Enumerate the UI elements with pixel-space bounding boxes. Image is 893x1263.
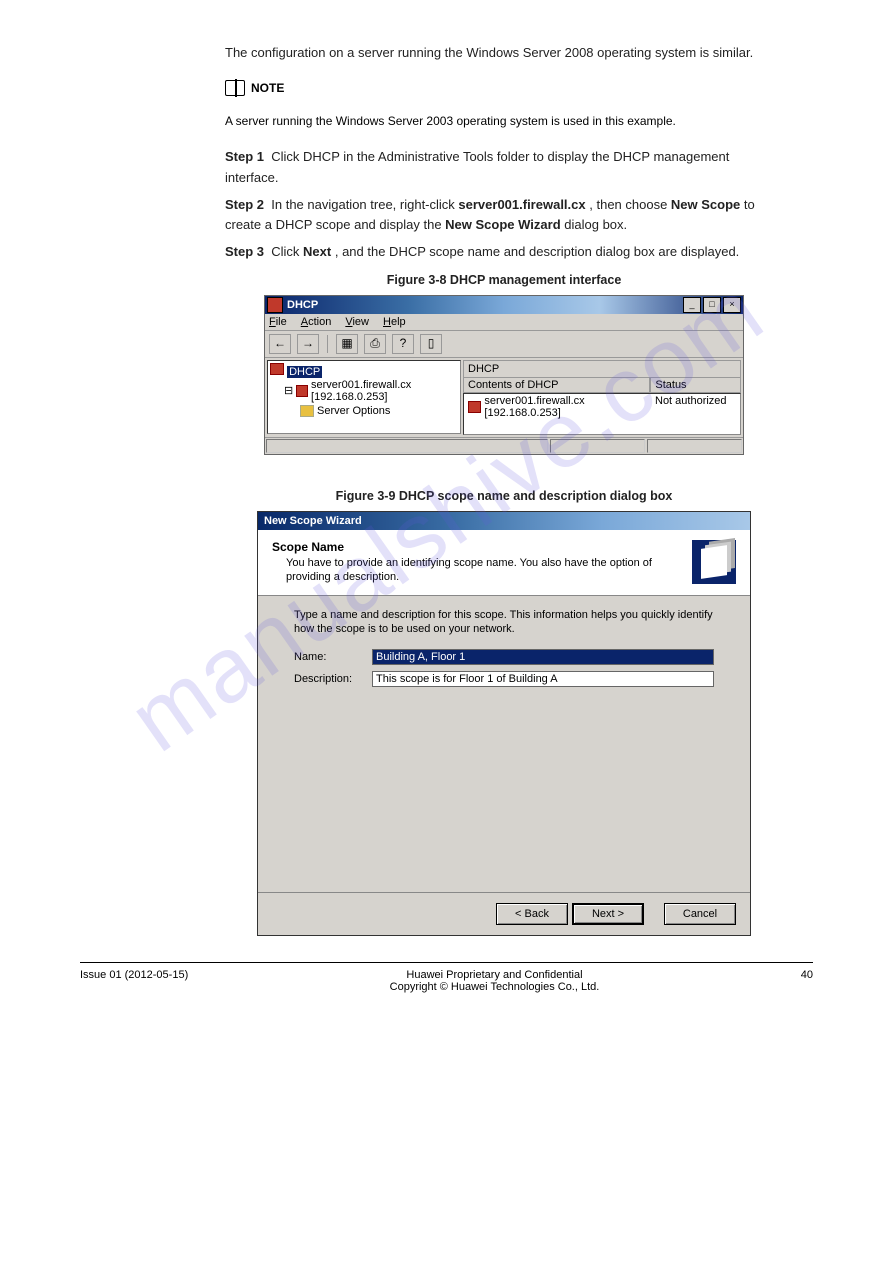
menu-help[interactable]: Help — [383, 316, 406, 328]
note-label: NOTE — [251, 81, 284, 95]
close-button[interactable]: × — [723, 297, 741, 313]
step2-g: dialog box. — [564, 217, 627, 232]
dhcp-titlebar: DHCP _ □ × — [265, 296, 743, 314]
help-icon[interactable]: ? — [392, 334, 414, 354]
wizard-header-text: Scope Name You have to provide an identi… — [272, 540, 684, 585]
bottom-rule — [80, 962, 813, 963]
figure-38-caption: Figure 3-8 DHCP management interface — [225, 273, 783, 287]
step3: Step 3 Click Next , and the DHCP scope n… — [225, 242, 783, 263]
wizard-body: Type a name and description for this sco… — [258, 596, 750, 892]
tree-server-options[interactable]: Server Options — [300, 404, 458, 418]
footer-copyright: Huawei Proprietary and Confidential Copy… — [390, 969, 600, 993]
back-button[interactable]: < Back — [496, 903, 568, 925]
wizard-titlebar: New Scope Wizard — [258, 512, 750, 530]
tree-server-label: server001.firewall.cx [192.168.0.253] — [311, 379, 458, 403]
statusbar — [265, 437, 743, 454]
status-cell-2 — [550, 439, 645, 453]
name-label: Name: — [294, 651, 372, 663]
step2-b: server001.firewall.cx — [458, 197, 585, 212]
step3-label: Step 3 — [225, 244, 264, 259]
intro-text: The configuration on a server running th… — [225, 43, 783, 64]
step3-c: , and the DHCP scope name and descriptio… — [335, 244, 739, 259]
minimize-button[interactable]: _ — [683, 297, 701, 313]
forward-button[interactable]: → — [297, 334, 319, 354]
wizard-header-sub: You have to provide an identifying scope… — [286, 556, 684, 585]
toolbar-btn-2[interactable]: ⎙ — [364, 334, 386, 354]
server-row-icon — [468, 401, 481, 413]
step2: Step 2 In the navigation tree, right-cli… — [225, 195, 783, 237]
menu-action[interactable]: Action — [301, 316, 332, 328]
wizard-description: Type a name and description for this sco… — [294, 608, 714, 638]
toolbar-btn-4[interactable]: ▯ — [420, 334, 442, 354]
folder-icon — [300, 405, 314, 417]
step3-b: Next — [303, 244, 331, 259]
tree-pane[interactable]: DHCP ⊟ server001.firewall.cx [192.168.0.… — [267, 360, 461, 434]
right-pane: DHCP Contents of DHCP Status server001.f… — [463, 360, 741, 435]
list-body[interactable]: server001.firewall.cx [192.168.0.253] No… — [463, 393, 741, 435]
step2-label: Step 2 — [225, 197, 264, 212]
footer-issue: Issue 01 (2012-05-15) — [80, 969, 188, 993]
back-button[interactable]: ← — [269, 334, 291, 354]
figure-39-caption: Figure 3-9 DHCP scope name and descripti… — [225, 489, 783, 503]
row-status: Not authorized — [655, 395, 740, 419]
list-row[interactable]: server001.firewall.cx [192.168.0.253] No… — [464, 394, 740, 420]
step3-a: Click — [271, 244, 303, 259]
toolbar: ← → ▦ ⎙ ? ▯ — [265, 331, 743, 358]
row-server: server001.firewall.cx [192.168.0.253] — [484, 395, 655, 419]
description-input[interactable] — [372, 671, 714, 687]
documents-icon — [692, 540, 736, 584]
window-buttons: _ □ × — [683, 297, 741, 313]
note-block: NOTE — [225, 80, 783, 96]
menu-file[interactable]: File — [269, 316, 287, 328]
status-cell-3 — [647, 439, 742, 453]
col-contents[interactable]: Contents of DHCP — [463, 377, 650, 393]
dhcp-app-icon — [267, 297, 283, 313]
server-icon — [296, 385, 308, 397]
description-row: Description: — [294, 671, 714, 687]
dhcp-window: DHCP _ □ × File Action View Help ← → ▦ ⎙… — [264, 295, 744, 455]
right-pane-header: DHCP — [463, 360, 741, 377]
tree-root[interactable]: DHCP — [270, 363, 458, 378]
toolbar-btn-1[interactable]: ▦ — [336, 334, 358, 354]
step1: Step 1 Click DHCP in the Administrative … — [225, 147, 783, 189]
tree-root-label: DHCP — [287, 366, 322, 378]
menu-view[interactable]: View — [345, 316, 369, 328]
name-row: Name: — [294, 649, 714, 665]
step2-a: In the navigation tree, right-click — [271, 197, 458, 212]
step2-c: , then choose — [589, 197, 671, 212]
step2-f: New Scope Wizard — [445, 217, 560, 232]
wizard-footer: < Back Next > Cancel — [258, 892, 750, 935]
step1-text: Click DHCP in the Administrative Tools f… — [225, 149, 729, 185]
dhcp-root-icon — [270, 363, 284, 375]
tree-options-label: Server Options — [317, 405, 390, 417]
dhcp-body: DHCP ⊟ server001.firewall.cx [192.168.0.… — [265, 358, 743, 437]
status-cell-1 — [266, 439, 548, 453]
cancel-button[interactable]: Cancel — [664, 903, 736, 925]
book-icon — [225, 80, 245, 96]
tree-server[interactable]: ⊟ server001.firewall.cx [192.168.0.253] — [284, 378, 458, 404]
name-input[interactable] — [372, 649, 714, 665]
note-body: A server running the Windows Server 2003… — [225, 112, 783, 131]
list-header: Contents of DHCP Status — [463, 377, 741, 393]
dhcp-title: DHCP — [287, 299, 683, 311]
maximize-button[interactable]: □ — [703, 297, 721, 313]
step2-d: New Scope — [671, 197, 740, 212]
next-button[interactable]: Next > — [572, 903, 644, 925]
menubar: File Action View Help — [265, 314, 743, 331]
toolbar-separator — [327, 335, 328, 353]
wizard-window: New Scope Wizard Scope Name You have to … — [257, 511, 751, 936]
wizard-header: Scope Name You have to provide an identi… — [258, 530, 750, 596]
step1-label: Step 1 — [225, 149, 264, 164]
page-number: 40 — [801, 969, 813, 993]
spacer — [648, 903, 660, 925]
col-status[interactable]: Status — [650, 377, 741, 393]
description-label: Description: — [294, 673, 372, 685]
wizard-header-title: Scope Name — [272, 540, 684, 554]
